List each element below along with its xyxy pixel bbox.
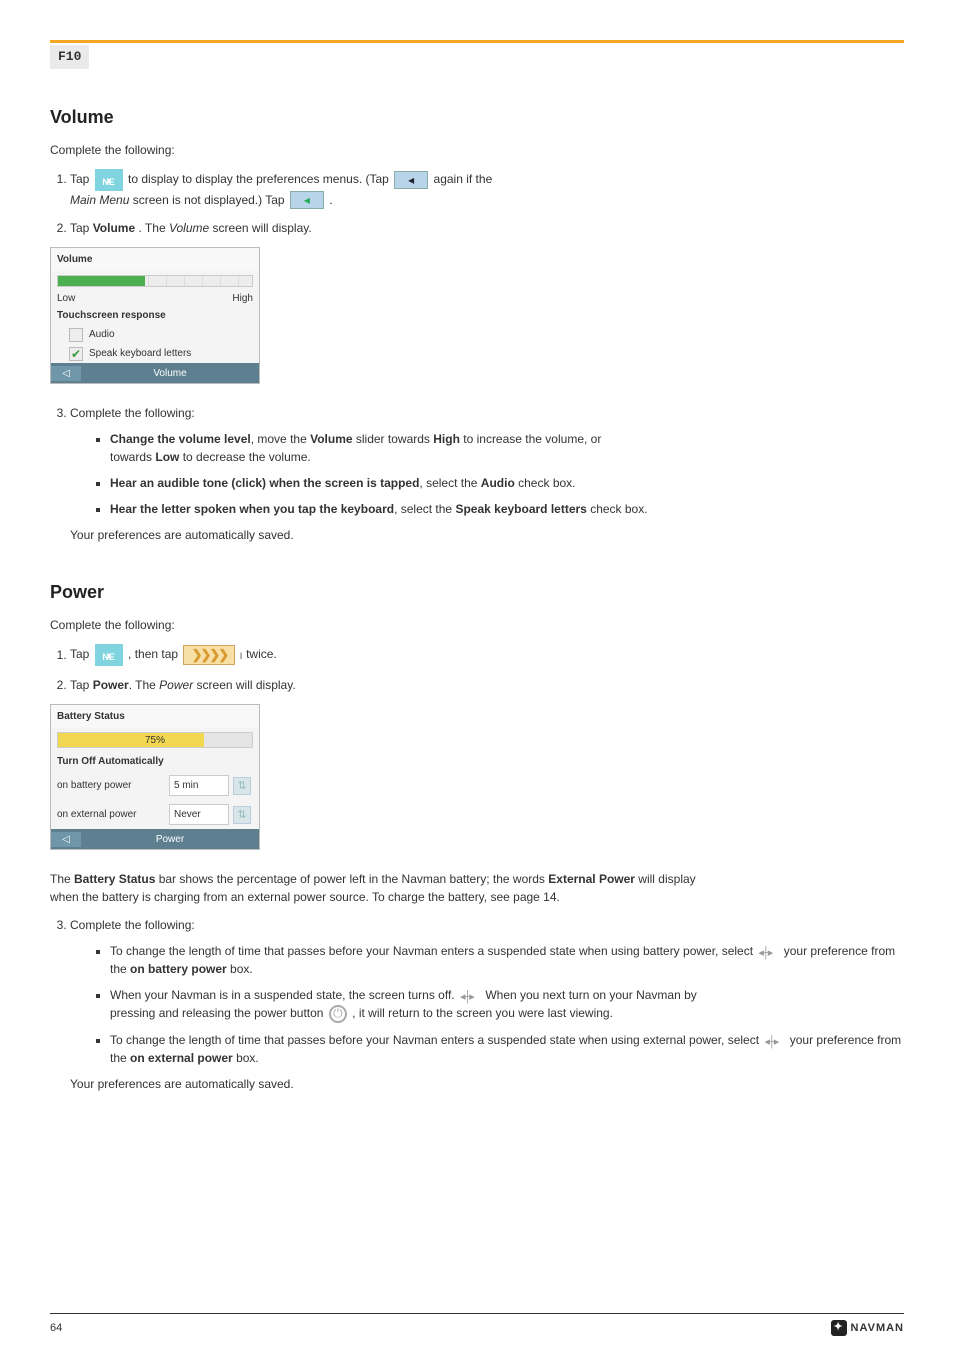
intro-text: Complete the following: [50,141,904,159]
power-button-icon [329,1005,347,1023]
back-icon [394,171,428,189]
power-step-2: Tap Power. The Power screen will display… [70,676,904,694]
page-number: 64 [50,1320,62,1337]
intro-text: Complete the following: [50,616,904,634]
volume-screenshot: Volume Low High Touchscreen response Aud… [50,247,260,384]
brand-logo: NAVMAN [831,1320,904,1337]
ne-icon [95,644,123,666]
ne-icon [95,169,123,191]
step-1: Tap to display to display the preference… [70,169,904,210]
step-3: Complete the following: Change the volum… [70,404,904,544]
up-down-icon [460,989,480,1003]
stepper-icon: ⇅ [233,777,251,795]
power-desc: The Battery Status bar shows the percent… [50,870,904,906]
page-footer: 64 NAVMAN [50,1313,904,1337]
up-down-icon [764,1034,784,1048]
back-icon [290,191,324,209]
header-label: F10 [50,45,89,69]
power-step-3: Complete the following: To change the le… [70,916,904,1093]
step-2: Tap Volume . The Volume screen will disp… [70,219,904,237]
back-icon: ◁ [51,832,81,847]
section-title-power: Power [50,579,904,606]
power-screenshot: Battery Status 75% Turn Off Automaticall… [50,704,260,850]
stepper-icon: ⇅ [233,806,251,824]
up-down-icon [758,945,778,959]
back-icon: ◁ [51,366,81,381]
section-title-volume: Volume [50,104,904,131]
power-step-1: Tap , then tap twice. [70,644,904,666]
brand-mark-icon [831,1320,847,1336]
scroll-right-icon [183,645,235,665]
